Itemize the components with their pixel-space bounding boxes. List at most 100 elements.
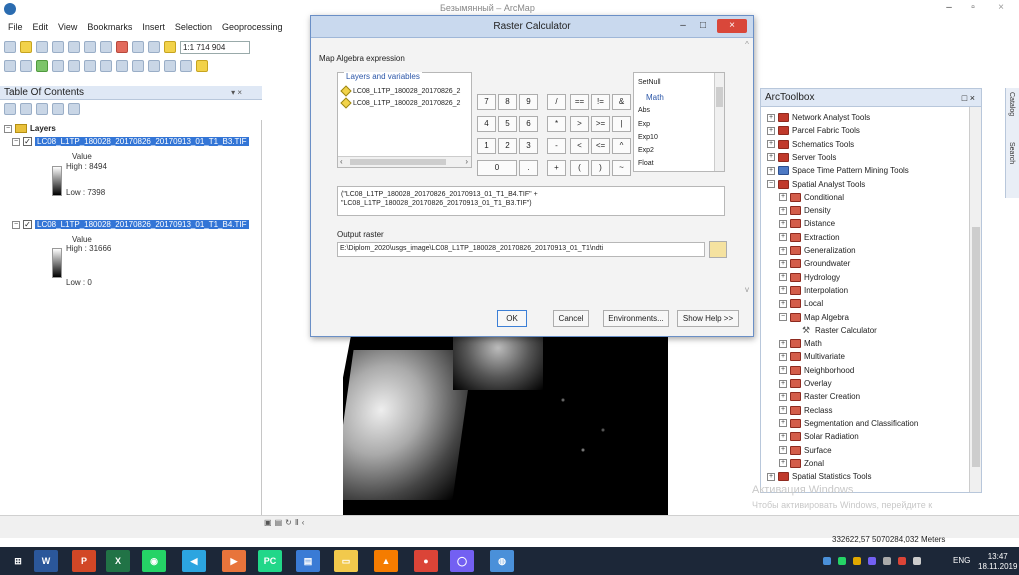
- layers-variables-list[interactable]: Layers and variables LC08_L1TP_180028_20…: [337, 72, 472, 168]
- keyboard-language[interactable]: ENG: [953, 556, 970, 565]
- tools-vertical-scrollbar[interactable]: [714, 73, 724, 171]
- toc-layer-b3[interactable]: − ✓ LC08_L1TP_180028_20170826_20170913_0…: [12, 137, 249, 146]
- toolbox-item[interactable]: + Conditional: [779, 192, 844, 202]
- paste-icon[interactable]: [100, 41, 112, 53]
- show-help-button[interactable]: Show Help >>: [677, 310, 739, 327]
- taskbar-telegram-icon[interactable]: ◀: [182, 550, 206, 572]
- tray-network-icon[interactable]: [823, 557, 831, 565]
- layer-name[interactable]: LC08_L1TP_180028_20170826_20170913_01_T1…: [35, 220, 249, 229]
- scroll-left-icon[interactable]: ‹: [302, 518, 305, 527]
- cancel-button[interactable]: Cancel: [553, 310, 589, 327]
- satellite-raster-image[interactable]: [343, 330, 668, 520]
- select-elements-icon[interactable]: [148, 60, 160, 72]
- taskbar-files-icon[interactable]: ▤: [296, 550, 320, 572]
- list-by-drawing-order-icon[interactable]: [4, 103, 16, 115]
- calc-button-7[interactable]: 7: [477, 94, 496, 110]
- expand-icon[interactable]: +: [767, 166, 775, 175]
- dialog-titlebar[interactable]: Raster Calculator – □ ×: [311, 16, 753, 38]
- output-raster-input[interactable]: E:\Diplom_2020\usgs_image\LC08_L1TP_1800…: [337, 242, 705, 257]
- zoom-in-icon[interactable]: [4, 60, 16, 72]
- taskbar-powerpoint-icon[interactable]: P: [72, 550, 96, 572]
- tool-item[interactable]: Exp10: [638, 134, 658, 141]
- calc-button-0[interactable]: 0: [477, 160, 517, 176]
- toolbox-item[interactable]: + Math: [779, 339, 822, 349]
- tool-item[interactable]: Float: [638, 160, 654, 167]
- calc-button-minus[interactable]: -: [547, 138, 566, 154]
- expand-icon[interactable]: +: [767, 153, 775, 162]
- dialog-vertical-scrollbar[interactable]: ^ v: [741, 38, 753, 298]
- tray-chrome-icon[interactable]: [898, 557, 906, 565]
- fixed-zoom-in-icon[interactable]: [68, 60, 80, 72]
- calc-button-1[interactable]: 1: [477, 138, 496, 154]
- tray-flag-icon[interactable]: [913, 557, 921, 565]
- toolbox-item[interactable]: + Space Time Pattern Mining Tools: [767, 166, 909, 176]
- tray-volume-icon[interactable]: [883, 557, 891, 565]
- toolbox-item[interactable]: ⚒ Raster Calculator: [791, 325, 877, 335]
- toolbox-item[interactable]: + Neighborhood: [779, 365, 854, 375]
- pause-icon[interactable]: Ⅱ: [295, 518, 299, 527]
- arctoolbox-scrollbar[interactable]: [969, 107, 981, 492]
- tool-item[interactable]: Abs: [638, 107, 650, 114]
- calc-button-less[interactable]: <: [570, 138, 589, 154]
- undo-icon[interactable]: [132, 41, 144, 53]
- expand-icon[interactable]: +: [767, 113, 775, 122]
- toc-root-layers[interactable]: − Layers: [4, 124, 56, 133]
- zoom-out-icon[interactable]: [20, 60, 32, 72]
- expand-icon[interactable]: +: [779, 379, 787, 388]
- scrollbar-thumb[interactable]: [716, 87, 723, 107]
- menu-view[interactable]: View: [58, 22, 77, 32]
- toolbox-item[interactable]: + Surface: [779, 445, 832, 455]
- toolbox-item[interactable]: + Network Analyst Tools: [767, 113, 870, 122]
- expand-icon[interactable]: +: [779, 446, 787, 454]
- scroll-left-icon[interactable]: ‹: [340, 157, 343, 166]
- save-icon[interactable]: [36, 41, 48, 53]
- tool-item[interactable]: Exp: [638, 121, 650, 128]
- menu-geoprocessing[interactable]: Geoprocessing: [222, 22, 283, 32]
- environments-button[interactable]: Environments...: [603, 310, 669, 327]
- expression-textarea[interactable]: ("LC08_L1TP_180028_20170826_20170913_01_…: [337, 186, 725, 216]
- taskbar-viber-icon[interactable]: ◯: [450, 550, 474, 572]
- expand-icon[interactable]: +: [779, 233, 787, 242]
- find-icon[interactable]: [196, 60, 208, 72]
- ok-button[interactable]: OK: [497, 310, 527, 327]
- toolbox-item[interactable]: + Zonal: [779, 458, 824, 468]
- calc-button-9[interactable]: 9: [519, 94, 538, 110]
- maximize-button[interactable]: ▫: [962, 2, 984, 16]
- taskbar-whatsapp-icon[interactable]: ◉: [142, 550, 166, 572]
- variable-item[interactable]: LC08_L1TP_180028_20170826_2: [340, 85, 460, 97]
- full-extent-icon[interactable]: [52, 60, 64, 72]
- toolbox-item[interactable]: + Server Tools: [767, 152, 836, 162]
- catalog-tab[interactable]: Catalog: [1008, 92, 1015, 116]
- print-icon[interactable]: [52, 41, 64, 53]
- tools-list[interactable]: SetNull Math Abs Exp Exp10 Exp2 Float: [633, 72, 725, 172]
- taskbar-pycharm-icon[interactable]: PC: [258, 550, 282, 572]
- toolbox-item[interactable]: + Overlay: [779, 379, 832, 388]
- toolbox-item[interactable]: + Local: [779, 299, 823, 309]
- calc-button-5[interactable]: 5: [498, 116, 517, 132]
- collapse-icon[interactable]: −: [12, 220, 20, 229]
- expand-icon[interactable]: +: [779, 366, 787, 375]
- menu-edit[interactable]: Edit: [33, 22, 49, 32]
- tool-item[interactable]: Exp2: [638, 147, 654, 154]
- expand-icon[interactable]: +: [779, 419, 787, 428]
- measure-icon[interactable]: [180, 60, 192, 72]
- layer-name[interactable]: LC08_L1TP_180028_20170826_20170913_01_T1…: [35, 137, 249, 146]
- list-by-visibility-icon[interactable]: [36, 103, 48, 115]
- toc-pin-icon[interactable]: ▾ ×: [231, 86, 242, 100]
- expand-icon[interactable]: +: [779, 193, 787, 202]
- expand-icon[interactable]: +: [779, 339, 787, 348]
- select-features-icon[interactable]: [132, 60, 144, 72]
- calc-button-multiply[interactable]: *: [547, 116, 566, 132]
- taskbar-media-icon[interactable]: ▶: [222, 550, 246, 572]
- tray-whatsapp-icon[interactable]: [838, 557, 846, 565]
- taskbar-explorer-icon[interactable]: ▭: [334, 550, 358, 572]
- layout-view-icon[interactable]: ▤: [275, 518, 283, 527]
- list-by-source-icon[interactable]: [20, 103, 32, 115]
- expand-icon[interactable]: +: [779, 273, 787, 282]
- identify-icon[interactable]: [164, 60, 176, 72]
- toolbox-item[interactable]: + Schematics Tools: [767, 139, 854, 149]
- taskbar-arcmap-icon[interactable]: ◍: [490, 550, 514, 572]
- calc-button-and[interactable]: &: [612, 94, 631, 110]
- list-by-selection-icon[interactable]: [52, 103, 64, 115]
- toolbox-item[interactable]: + Solar Radiation: [779, 432, 859, 442]
